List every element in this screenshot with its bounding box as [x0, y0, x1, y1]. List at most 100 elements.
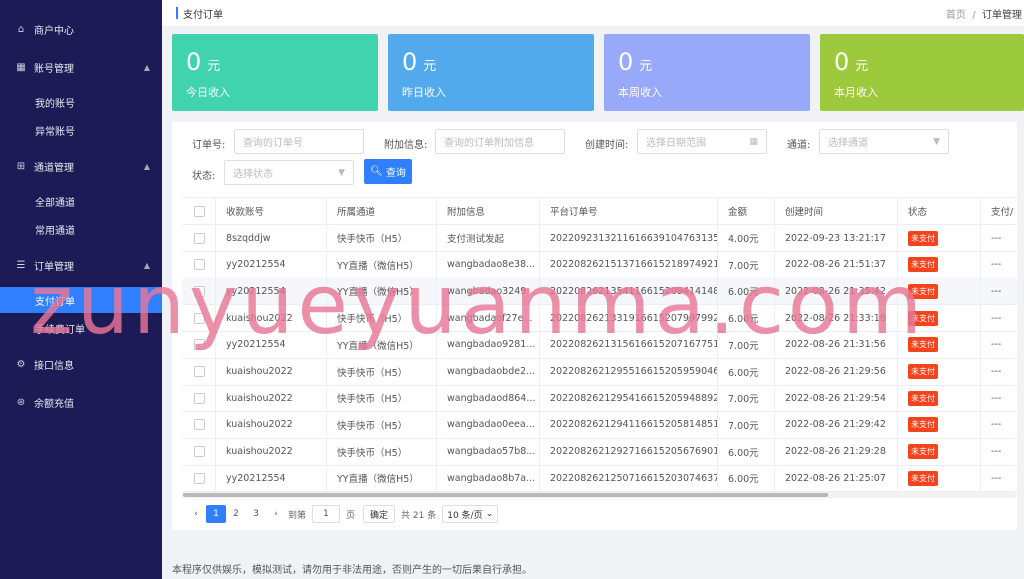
table-row[interactable]: kuaishou2022 快手快币（H5） wangbadaobde2... 2022… — [182, 358, 1017, 386]
sidebar-item-all-channels[interactable]: 全部通道 — [0, 191, 162, 211]
cell-paid: --- — [980, 465, 1017, 492]
page-size-select[interactable]: 10 条/页 ⌄ — [442, 505, 499, 523]
cell-amount: 6.00元 — [717, 438, 774, 465]
stat-value: 0 — [402, 48, 418, 76]
nav-merchant-center[interactable]: ⌂ 商户中心 — [0, 20, 162, 38]
channel-label: 通道: — [787, 140, 811, 151]
row-checkbox-cell — [182, 252, 215, 278]
row-checkbox[interactable] — [194, 419, 205, 431]
column-header-account[interactable]: 收款账号 — [215, 198, 326, 224]
channel-select[interactable]: 选择通道 ▼ — [819, 129, 949, 154]
row-checkbox[interactable] — [194, 366, 205, 377]
select-all-checkbox[interactable] — [194, 205, 205, 217]
table-row[interactable]: 8szqddjw 快手快币（H5） 支付测试发起 202209231321161663… — [182, 225, 1017, 252]
goto-confirm-button[interactable]: 确定 — [363, 505, 396, 523]
cell-amount: 6.00元 — [717, 358, 774, 385]
query-button-label: 查询 — [385, 168, 406, 179]
column-header-created[interactable]: 创建时间 — [774, 198, 897, 224]
cell-order-no: 20220826213319166152079979928 — [539, 305, 717, 332]
table-row[interactable]: kuaishou2022 快手快币（H5） wangbadaof27e... 2022… — [182, 305, 1017, 333]
table-row[interactable]: yy20212554 YY直播（微信H5） wangbadao8b7a... 2022… — [182, 465, 1017, 493]
scrollbar-thumb[interactable] — [183, 493, 828, 497]
row-checkbox[interactable] — [194, 339, 205, 351]
cell-account: kuaishou2022 — [215, 305, 326, 332]
table-row[interactable]: yy20212554 YY直播（微信H5） wangbadao3249... 2022… — [182, 278, 1017, 306]
column-header-status[interactable]: 状态 — [897, 198, 980, 224]
row-checkbox[interactable] — [194, 312, 205, 324]
row-checkbox[interactable] — [194, 259, 205, 271]
column-header-extra[interactable]: 附加信息 — [436, 198, 539, 224]
chevron-up-icon: ▲ — [143, 260, 150, 270]
row-checkbox[interactable] — [194, 472, 205, 484]
nav-account-management[interactable]: ▦ 账号管理 ▲ — [0, 58, 162, 76]
status-badge: 未支付 — [908, 417, 938, 433]
cell-account: kuaishou2022 — [215, 411, 326, 438]
cell-created: 2022-08-26 21:29:56 — [774, 358, 897, 385]
extra-info-input[interactable]: 查询的订单附加信息 — [435, 129, 565, 154]
cell-created: 2022-08-26 21:33:18 — [774, 305, 897, 332]
column-header-order-no[interactable]: 平台订单号 — [539, 198, 717, 224]
row-checkbox-cell — [182, 385, 215, 411]
goto-page-input[interactable]: 1 — [312, 505, 341, 523]
home-icon: ⌂ — [17, 23, 25, 35]
cell-status: 未支付 — [897, 225, 980, 251]
row-checkbox-cell — [182, 359, 215, 385]
nav-channel-management[interactable]: ⊞ 通道管理 ▲ — [0, 157, 162, 175]
row-checkbox-cell — [182, 305, 215, 331]
cell-order-no: 20220826215137166152189749217 — [539, 251, 717, 278]
column-header-amount[interactable]: 金额 — [717, 198, 774, 224]
breadcrumb-home[interactable]: 首页 — [946, 10, 966, 21]
query-button[interactable]: 🔍︎ 查询 — [364, 159, 412, 184]
sidebar-item-abnormal-account[interactable]: 异常账号 — [0, 120, 162, 140]
cell-account: kuaishou2022 — [215, 358, 326, 385]
cell-status: 未支付 — [897, 465, 980, 492]
stat-unit: 元 — [423, 59, 437, 74]
table-row[interactable]: kuaishou2022 快手快币（H5） wangbadaod864... 2022… — [182, 385, 1017, 413]
status-badge: 未支付 — [908, 390, 938, 406]
extra-info-placeholder: 查询的订单附加信息 — [444, 138, 534, 149]
cell-amount: 6.00元 — [717, 278, 774, 305]
row-checkbox[interactable] — [194, 446, 205, 458]
date-range-picker[interactable]: 选择日期范围 ▦ — [637, 129, 767, 154]
status-select[interactable]: 选择状态 ▼ — [224, 160, 354, 185]
cell-created: 2022-09-23 13:21:17 — [774, 225, 897, 251]
column-header-channel[interactable]: 所属通道 — [326, 198, 436, 224]
nav-order-management[interactable]: ☰ 订单管理 ▲ — [0, 256, 162, 274]
page-title: 支付订单 — [183, 9, 223, 21]
sidebar-item-payment-orders[interactable]: 支付订单 — [0, 287, 162, 313]
cell-extra: wangbadao8b7a... — [436, 465, 539, 492]
stat-card-month: 0元 本月收入 — [820, 34, 1024, 111]
page-size-value: 10 条/页 — [447, 510, 483, 521]
row-checkbox[interactable] — [194, 392, 205, 404]
chevron-down-icon: ▼ — [338, 167, 345, 178]
sidebar-item-fee-orders[interactable]: 手续费订单 — [0, 318, 162, 338]
page-1-button[interactable]: 1 — [206, 505, 226, 523]
next-page-icon[interactable]: › — [266, 505, 286, 523]
cell-status: 未支付 — [897, 438, 980, 465]
cell-channel: 快手快币（H5） — [326, 411, 436, 438]
nav-label: 异常账号 — [35, 126, 75, 138]
sidebar-item-common-channels[interactable]: 常用通道 — [0, 219, 162, 239]
sidebar-item-my-account[interactable]: 我的账号 — [0, 92, 162, 112]
page-3-button[interactable]: 3 — [246, 505, 266, 523]
prev-page-icon[interactable]: ‹ — [186, 505, 206, 523]
horizontal-scrollbar[interactable] — [182, 492, 1017, 498]
cell-account: yy20212554 — [215, 278, 326, 305]
cell-extra: wangbadaobde2... — [436, 358, 539, 385]
cell-created: 2022-08-26 21:31:56 — [774, 331, 897, 358]
nav-balance-recharge[interactable]: ⊛ 余额充值 — [0, 393, 162, 411]
order-no-input[interactable]: 查询的订单号 — [234, 129, 364, 154]
column-header-paid[interactable]: 支付/ — [980, 198, 1017, 224]
table-row[interactable]: kuaishou2022 快手快币（H5） wangbadao57b8... 2022… — [182, 438, 1017, 466]
nav-label: 接口信息 — [34, 360, 74, 372]
stat-label: 昨日收入 — [402, 86, 446, 99]
page-2-button[interactable]: 2 — [226, 505, 246, 523]
table-row[interactable]: yy20212554 YY直播（微信H5） wangbadao9281... 2022… — [182, 331, 1017, 359]
row-checkbox[interactable] — [194, 285, 205, 297]
cell-status: 未支付 — [897, 305, 980, 332]
row-checkbox[interactable] — [194, 232, 205, 244]
nav-api-info[interactable]: ⚙ 接口信息 — [0, 355, 162, 373]
table-row[interactable]: yy20212554 YY直播（微信H5） wangbadao8e38... 2022… — [182, 251, 1017, 279]
cell-created: 2022-08-26 21:51:37 — [774, 251, 897, 278]
table-row[interactable]: kuaishou2022 快手快币（H5） wangbadao0eea... 2022… — [182, 411, 1017, 439]
